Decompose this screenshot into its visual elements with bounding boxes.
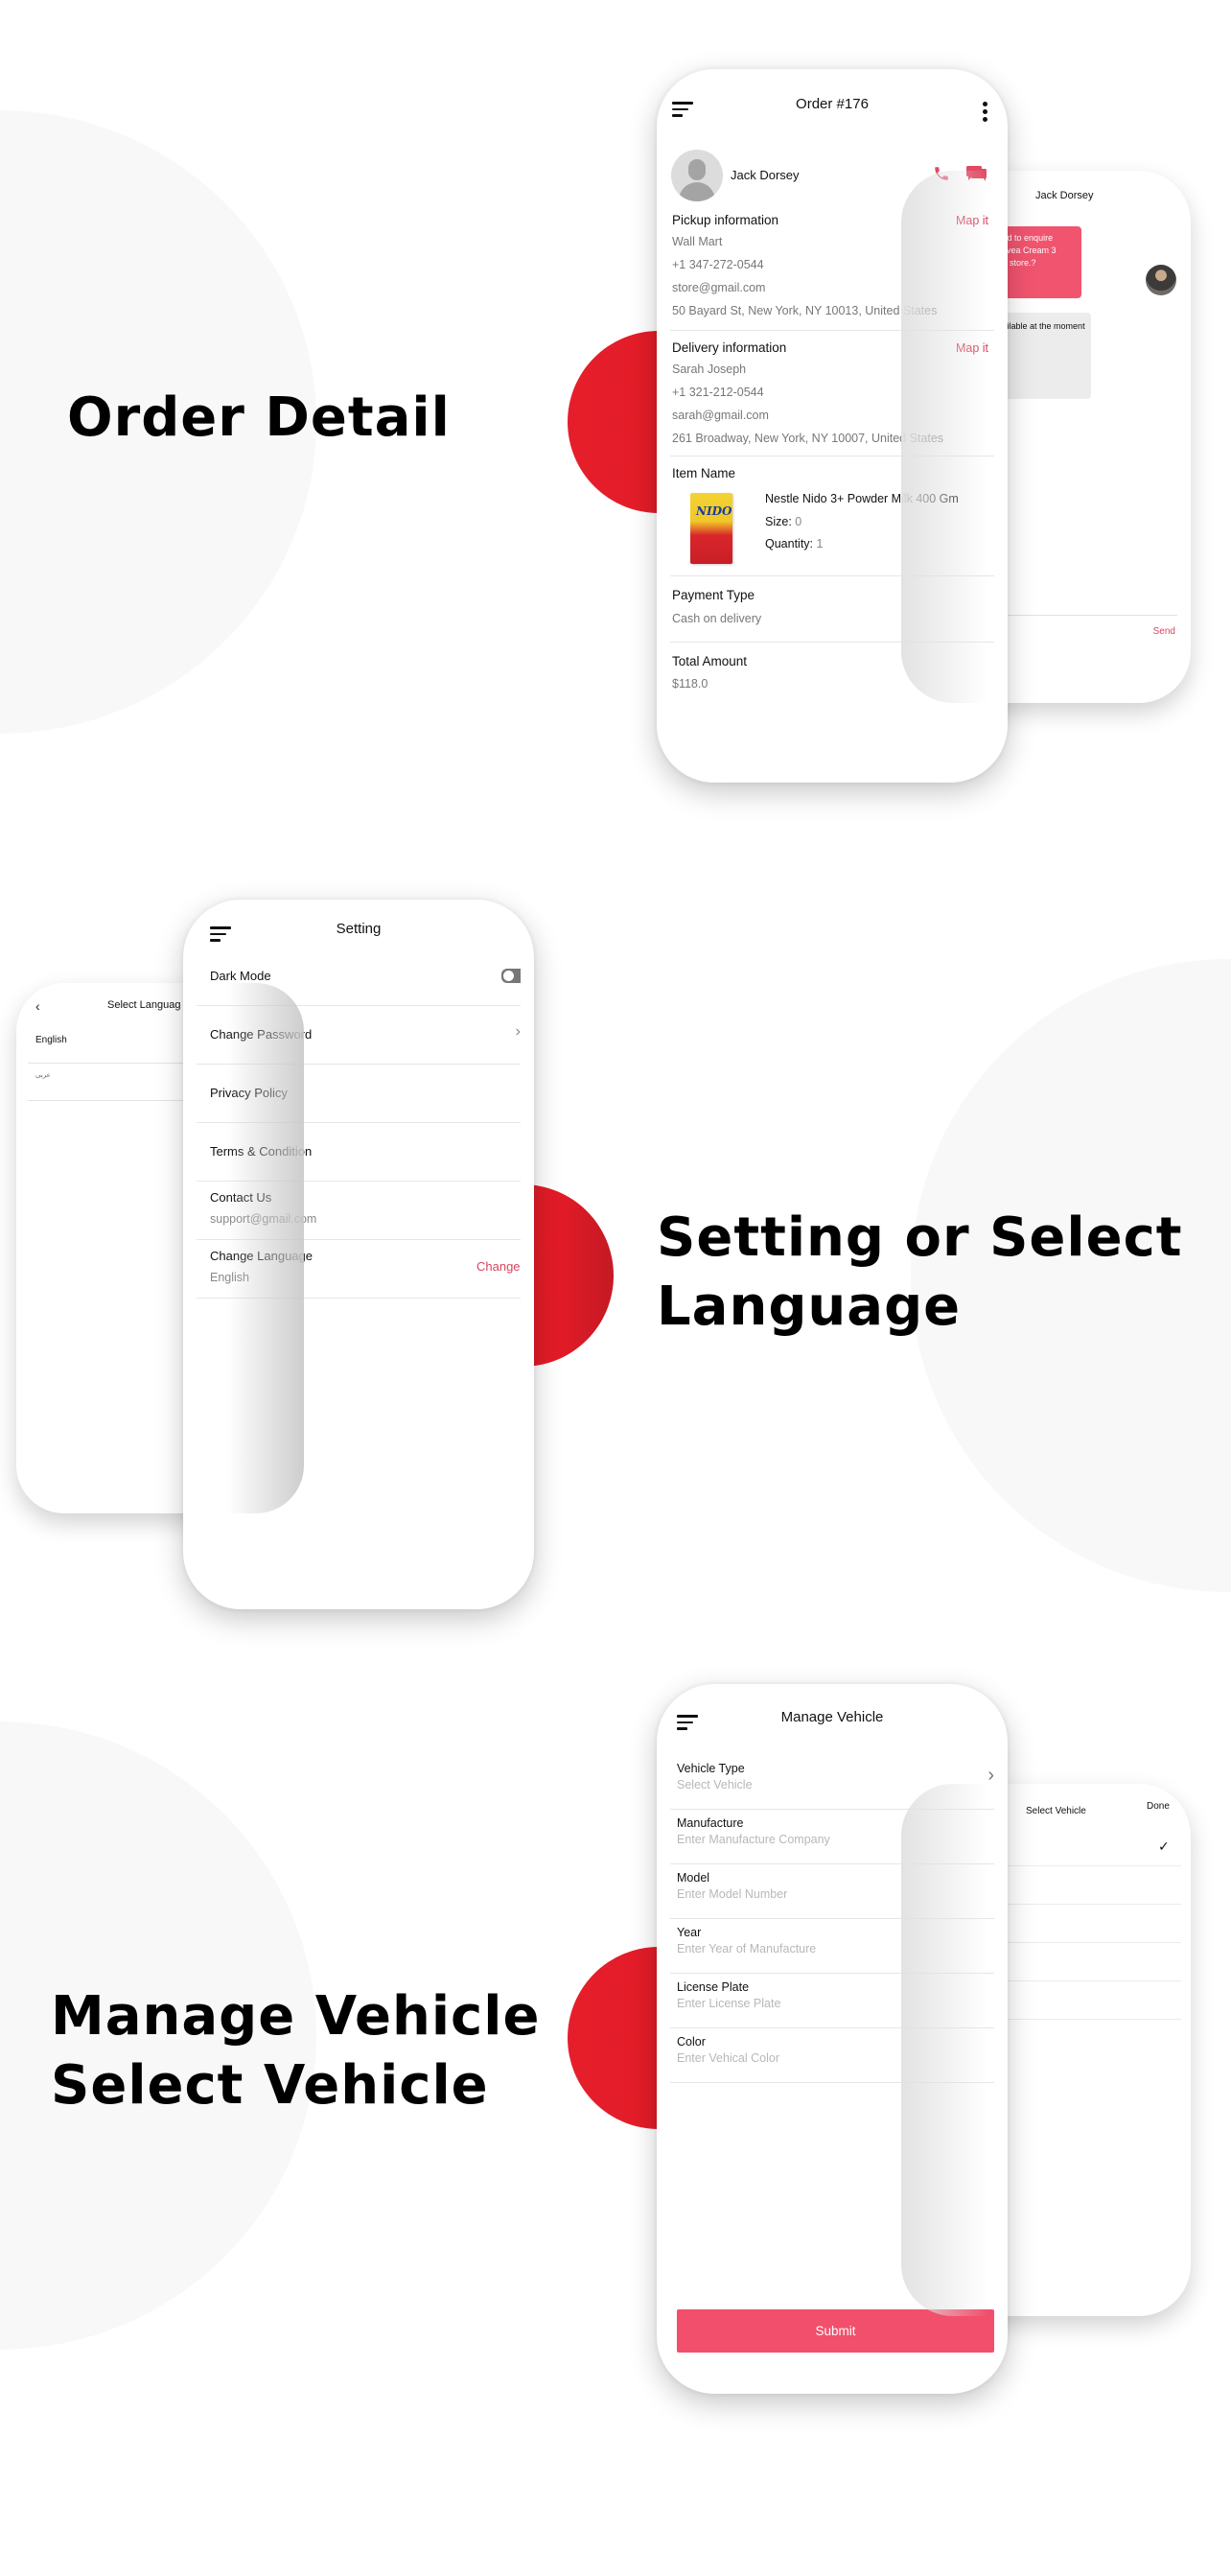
chevron-right-icon: › xyxy=(987,1765,994,1786)
quantity-label: Quantity: xyxy=(765,537,814,550)
order-title: Order #176 xyxy=(796,95,869,112)
product-quantity: Quantity: 1 xyxy=(765,537,823,550)
submit-label: Submit xyxy=(815,2324,856,2338)
setting-label: Dark Mode xyxy=(210,969,271,983)
setting-heading-line2: Language xyxy=(657,1276,962,1338)
chevron-right-icon: › xyxy=(515,1023,521,1040)
done-button[interactable]: Done xyxy=(1147,1801,1170,1812)
vehicle-heading: Manage Vehicle Select Vehicle xyxy=(51,1982,540,2120)
vehicle-title: Manage Vehicle xyxy=(780,1708,884,1725)
field-label: Vehicle Type xyxy=(677,1762,745,1775)
setting-heading: Setting or Select Language xyxy=(657,1204,1183,1342)
menu-icon[interactable] xyxy=(672,102,693,117)
toggle-knob xyxy=(503,971,514,981)
product-size: Size: 0 xyxy=(765,515,801,528)
avatar-head xyxy=(688,159,706,180)
vehicle-appbar: Manage Vehicle xyxy=(657,1684,1008,1753)
shadow-overlay xyxy=(227,983,304,1513)
order-appbar: Order #176 xyxy=(657,69,1008,146)
quantity-value: 1 xyxy=(816,537,824,550)
select-language-screen: ‹ Select Languag English عربى xyxy=(16,983,304,1513)
vehicle-heading-line1: Manage Vehicle xyxy=(51,1985,541,2048)
menu-icon[interactable] xyxy=(210,926,231,942)
dark-mode-toggle[interactable] xyxy=(501,969,521,983)
send-button[interactable]: Send xyxy=(1153,626,1175,637)
more-options-icon[interactable] xyxy=(983,102,988,125)
language-option[interactable]: English xyxy=(35,1035,67,1045)
avatar-body xyxy=(679,182,715,201)
product-image: NIDO xyxy=(690,493,732,564)
select-vehicle-screen: Select Vehicle Done ✓ xyxy=(901,1784,1191,2316)
contact-avatar xyxy=(1146,265,1176,295)
setting-heading-line1: Setting or Select xyxy=(657,1206,1183,1269)
vehicle-heading-line2: Select Vehicle xyxy=(51,2054,489,2117)
settings-title: Setting xyxy=(336,920,382,937)
shadow-overlay xyxy=(901,1784,987,2316)
back-icon[interactable]: ‹ xyxy=(35,998,40,1014)
product-image-label: NIDO xyxy=(696,504,732,518)
customer-name: Jack Dorsey xyxy=(731,168,800,182)
menu-icon[interactable] xyxy=(677,1715,698,1730)
language-option[interactable]: عربى xyxy=(35,1071,51,1079)
select-vehicle-title: Select Vehicle xyxy=(1026,1806,1086,1816)
chat-screen: Jack Dorsey John... I wanted to enquire … xyxy=(901,171,1191,703)
customer-avatar xyxy=(671,150,723,201)
language-title: Select Languag xyxy=(107,999,181,1011)
change-language-button[interactable]: Change xyxy=(476,1259,524,1274)
order-detail-heading: Order Detail xyxy=(67,386,451,449)
size-label: Size: xyxy=(765,515,792,528)
chat-title: Jack Dorsey xyxy=(1035,190,1094,201)
size-value: 0 xyxy=(795,515,802,528)
shadow-overlay xyxy=(901,171,987,703)
